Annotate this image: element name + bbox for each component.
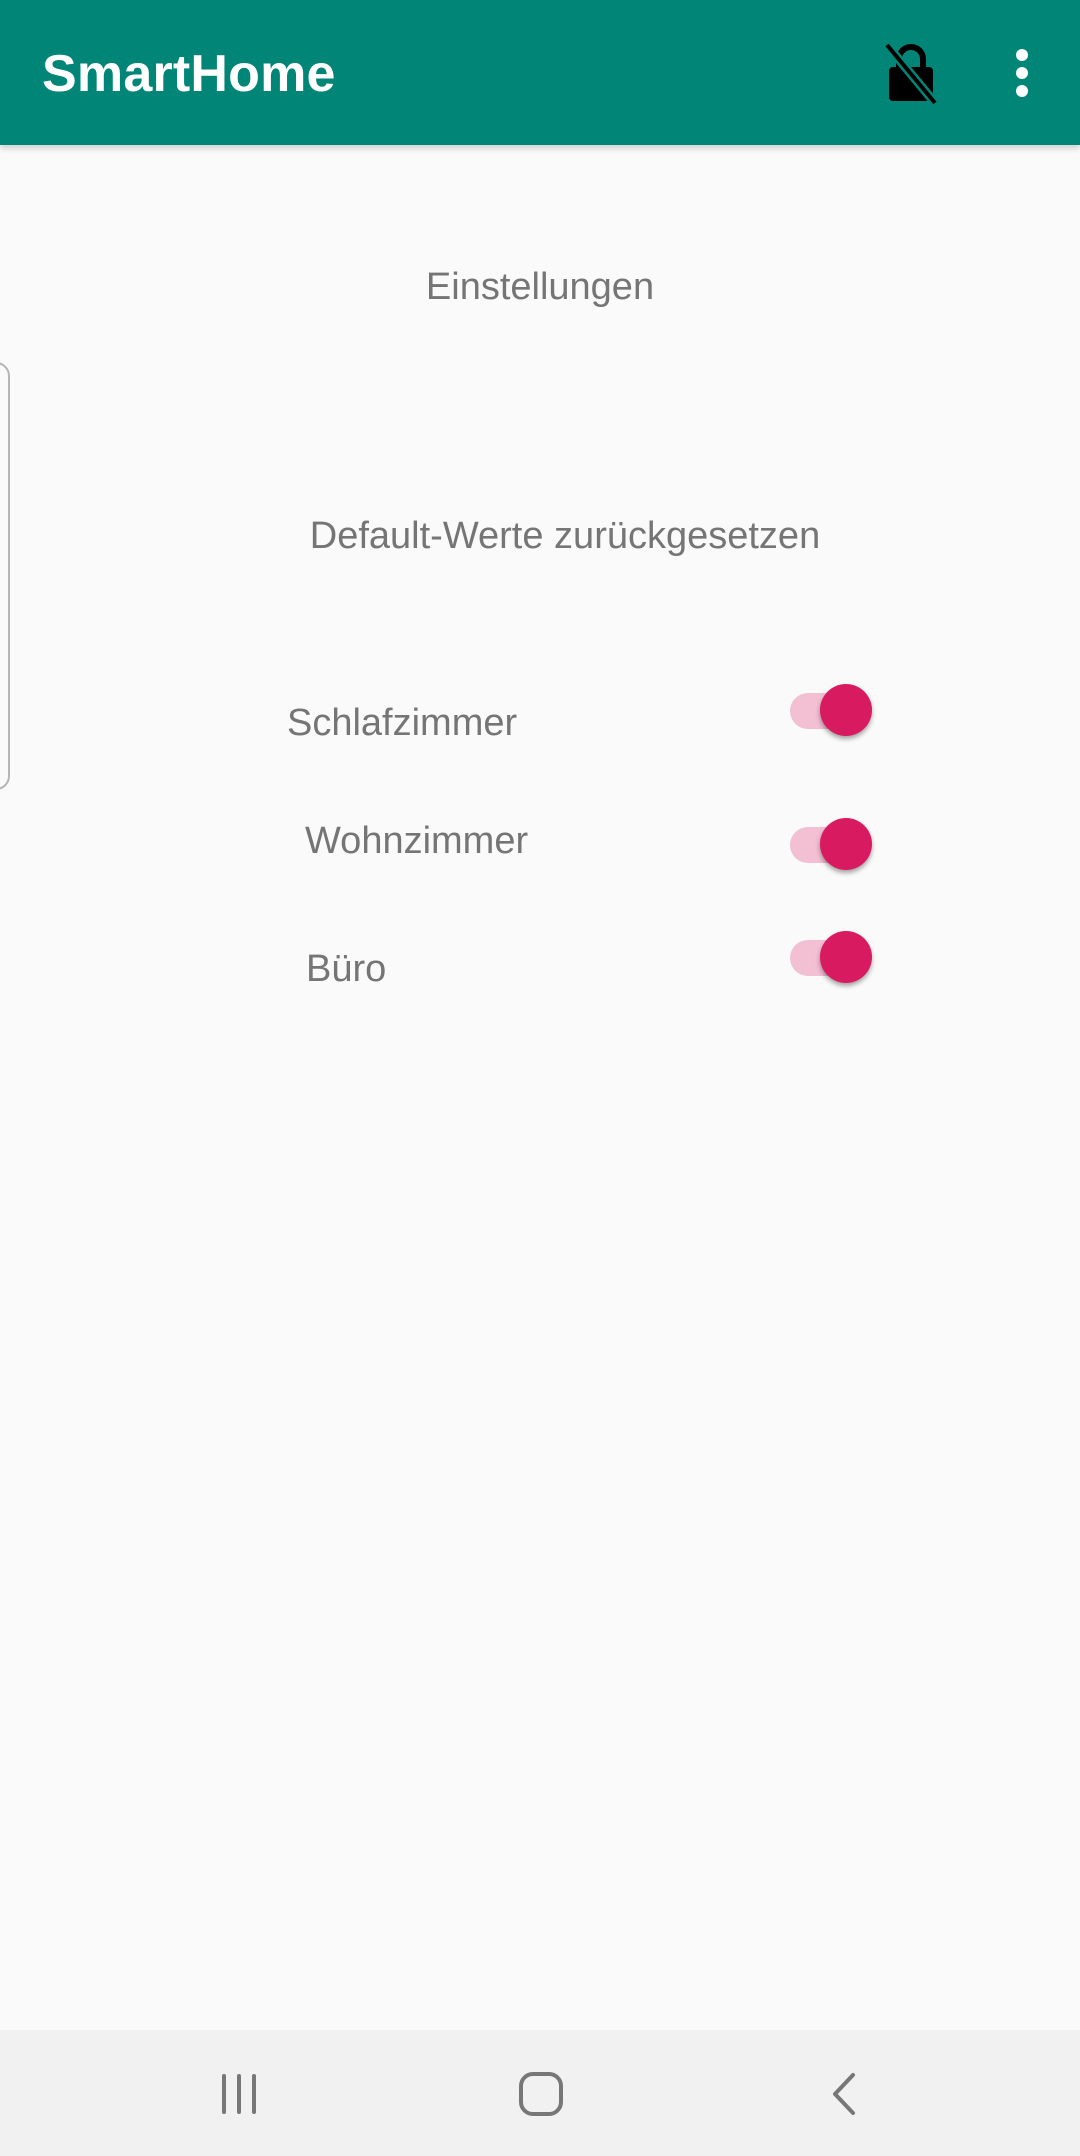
lock-button[interactable] [874,36,948,110]
reset-defaults-button[interactable]: Default-Werte zurückgesetzen [290,508,840,564]
toggle-thumb [820,684,872,736]
app-screen: SmartHome Einstellungen Default-Werte zu… [0,0,1080,2156]
toggle-schlafzimmer[interactable] [780,676,880,746]
room-label-schlafzimmer: Schlafzimmer [287,702,518,744]
recent-apps-icon [222,2074,256,2114]
app-bar: SmartHome [0,0,1080,145]
room-label-wohnzimmer: Wohnzimmer [305,820,529,862]
toggle-wohnzimmer[interactable] [780,810,880,880]
room-label-buero: Büro [306,948,387,990]
system-navigation-bar [0,2030,1080,2156]
recent-apps-button[interactable] [199,2054,279,2134]
settings-title: Einstellungen [425,266,655,308]
side-panel-edge [0,362,10,790]
home-button[interactable] [501,2054,581,2134]
home-icon [519,2072,563,2116]
toggle-thumb [820,818,872,870]
app-title: SmartHome [42,45,336,103]
toggle-thumb [820,931,872,983]
overflow-menu-button[interactable] [988,36,1056,110]
lock-off-icon [883,42,939,105]
back-button[interactable] [804,2054,884,2134]
back-icon [833,2073,855,2115]
more-vert-icon [1016,49,1028,97]
toggle-buero[interactable] [780,923,880,993]
